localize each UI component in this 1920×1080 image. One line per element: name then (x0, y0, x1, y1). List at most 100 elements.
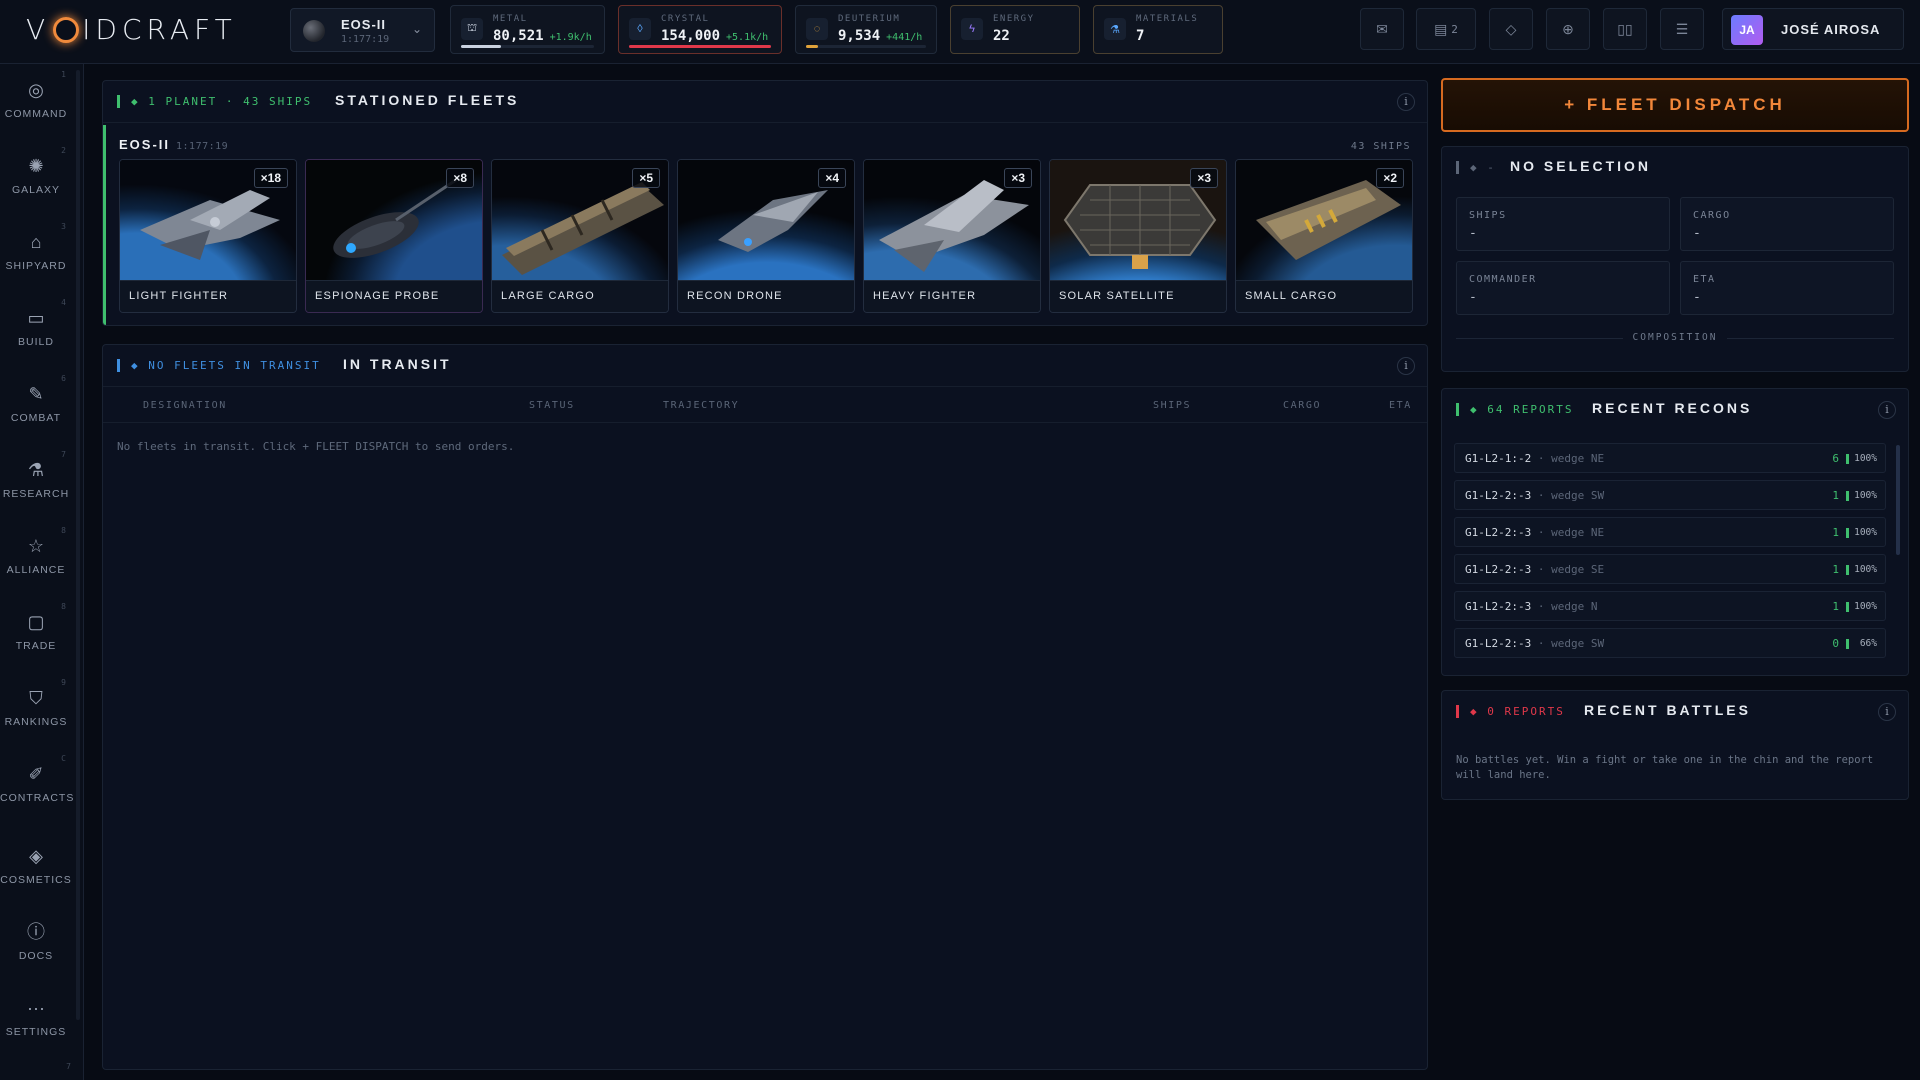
composition-label: COMPOSITION (1442, 332, 1908, 343)
info-icon[interactable]: i (1397, 93, 1415, 111)
ship-name: ESPIONAGE PROBE (306, 280, 482, 312)
sidebar-item-research[interactable]: 7 ⚗ RESEARCH (0, 448, 72, 518)
resource-bar (806, 45, 926, 48)
sidebar-item-contracts[interactable]: C ✐ CONTRACTS (0, 752, 73, 822)
nav-hotkey: 4 (61, 298, 66, 307)
energy-icon: ϟ (961, 18, 983, 40)
cosmetics-icon: ◈ (29, 846, 43, 866)
recon-row[interactable]: G1-L2-1:-2 · wedge NE 6 100% (1454, 443, 1886, 473)
recon-coords: G1-L2-2:-3 · wedge SW (1465, 489, 1605, 502)
recon-count: 1 (1832, 526, 1839, 539)
sidebar-item-command[interactable]: 1 ◎ COMMAND (0, 68, 72, 138)
codex-button[interactable]: ▯▯ (1603, 8, 1647, 50)
galaxy-icon: ✺ (28, 156, 44, 176)
recon-count: 1 (1832, 563, 1839, 576)
header-accent (1456, 403, 1459, 416)
recon-coords: G1-L2-2:-3 · wedge SW (1465, 637, 1605, 650)
panel-title: RECENT BATTLES (1584, 702, 1751, 718)
header-accent (117, 359, 120, 372)
resource-label: CRYSTAL (661, 14, 710, 24)
tasks-button[interactable]: ▤ 2 (1416, 8, 1476, 50)
column-ships[interactable]: SHIPS (1153, 400, 1191, 411)
ship-card-light-fighter[interactable]: ×18 LIGHT FIGHTER (119, 159, 297, 313)
planet-selector[interactable]: EOS-II 1:177:19 ⌄ (290, 8, 435, 52)
column-cargo[interactable]: CARGO (1283, 400, 1321, 411)
resource-label: METAL (493, 14, 528, 24)
sidebar-item-build[interactable]: 4 ▭ BUILD (0, 296, 72, 366)
gems-button[interactable]: ◇ (1489, 8, 1533, 50)
recon-row[interactable]: G1-L2-2:-3 · wedge SW 1 100% (1454, 480, 1886, 510)
resource-deuterium[interactable]: ◌ DEUTERIUM 9,534 +441/h (795, 5, 937, 54)
info-icon[interactable]: i (1878, 703, 1896, 721)
recon-row[interactable]: G1-L2-2:-3 · wedge NE 1 100% (1454, 517, 1886, 547)
cell-label: CARGO (1693, 210, 1731, 221)
target-button[interactable]: ⊕ (1546, 8, 1590, 50)
sidebar-item-alliance[interactable]: 8 ☆ ALLIANCE (0, 524, 72, 594)
panel-header: ◆ - NO SELECTION (1442, 147, 1908, 189)
location-coords: 1:177:19 (176, 141, 229, 152)
info-icon[interactable]: i (1397, 357, 1415, 375)
ship-count: ×3 (1004, 168, 1032, 188)
ship-card-espionage-probe[interactable]: ×8 ESPIONAGE PROBE (305, 159, 483, 313)
resource-metal[interactable]: ⛫ METAL 80,521 +1.9k/h (450, 5, 605, 54)
transit-table-header: DESIGNATION STATUS TRAJECTORY SHIPS CARG… (103, 387, 1427, 423)
resource-materials[interactable]: ⚗ MATERIALS 7 (1093, 5, 1223, 54)
info-icon[interactable]: i (1878, 401, 1896, 419)
location-name: EOS-II 1:177:19 (119, 137, 229, 152)
ship-card-recon-drone[interactable]: ×4 RECON DRONE (677, 159, 855, 313)
sidebar-scrollbar[interactable] (76, 70, 80, 1020)
recon-percent: 100% (1854, 490, 1877, 501)
sidebar-item-cosmetics[interactable]: ◈ COSMETICS (0, 834, 72, 904)
resource-crystal[interactable]: ◊ CRYSTAL 154,000 +5.1k/h (618, 5, 782, 54)
resource-bar (461, 45, 594, 48)
ship-name: LIGHT FIGHTER (120, 280, 296, 312)
recon-row[interactable]: G1-L2-2:-3 · wedge N 1 100% (1454, 591, 1886, 621)
location-ship-count: 43 SHIPS (1350, 141, 1411, 152)
nav-hotkey: 2 (61, 146, 66, 155)
nav-label: GALAXY (11, 184, 61, 196)
column-status[interactable]: STATUS (529, 400, 575, 411)
ship-card-heavy-fighter[interactable]: ×3 HEAVY FIGHTER (863, 159, 1041, 313)
resource-value: 154,000 +5.1k/h (661, 28, 769, 44)
ship-count: ×4 (818, 168, 846, 188)
fleet-dispatch-button[interactable]: + FLEET DISPATCH (1441, 78, 1909, 132)
user-menu[interactable]: JA JOSÉ AIROSA (1722, 8, 1904, 50)
sidebar-item-settings[interactable]: ··· SETTINGS (0, 986, 72, 1056)
nav-hotkey: 8 (61, 526, 66, 535)
planet-icon (303, 20, 325, 42)
recons-scrollbar[interactable] (1896, 445, 1900, 555)
selection-cargo-cell: CARGO - (1680, 197, 1894, 251)
recon-row[interactable]: G1-L2-2:-3 · wedge SW 0 66% (1454, 628, 1886, 658)
column-trajectory[interactable]: TRAJECTORY (663, 400, 739, 411)
ship-count: ×8 (446, 168, 474, 188)
clipboard-icon: ▤ (1434, 20, 1448, 37)
planet-name: EOS-II (341, 17, 387, 32)
sidebar-item-galaxy[interactable]: 2 ✺ GALAXY (0, 144, 72, 214)
recent-battles-panel: ◆ 0 REPORTS RECENT BATTLES i No battles … (1441, 690, 1909, 800)
sidebar-item-trade[interactable]: 8 ▢ TRADE (0, 600, 72, 670)
sidebar-item-combat[interactable]: 6 ✎ COMBAT (0, 372, 72, 442)
recon-count: 6 (1832, 452, 1839, 465)
column-designation[interactable]: DESIGNATION (143, 400, 227, 411)
sidebar-item-docs[interactable]: ⓘ DOCS (0, 910, 72, 980)
messages-button[interactable]: ✉ (1360, 8, 1404, 50)
build-icon: ▭ (27, 308, 45, 328)
trade-icon: ▢ (27, 612, 45, 632)
sidebar-item-rankings[interactable]: 9 ⛉ RANKINGS (0, 676, 72, 746)
ship-card-large-cargo[interactable]: ×5 LARGE CARGO (491, 159, 669, 313)
ship-card-small-cargo[interactable]: ×2 SMALL CARGO (1235, 159, 1413, 313)
log-button[interactable]: ☰ (1660, 8, 1704, 50)
panel-accent (103, 125, 106, 325)
column-eta[interactable]: ETA (1389, 400, 1412, 411)
ship-card-solar-satellite[interactable]: ×3 SOLAR SATELLITE (1049, 159, 1227, 313)
resource-energy[interactable]: ϟ ENERGY 22 (950, 5, 1080, 54)
voidcraft-logo[interactable]: V IDCRAFT (26, 10, 237, 50)
sidebar-item-shipyard[interactable]: 3 ⌂ SHIPYARD (0, 220, 72, 290)
recon-indicator (1846, 565, 1849, 575)
selection-panel: ◆ - NO SELECTION SHIPS - CARGO - COMMAND… (1441, 146, 1909, 372)
nav-label: TRADE (15, 640, 57, 652)
book-icon: ▯▯ (1617, 20, 1633, 37)
recon-row[interactable]: G1-L2-2:-3 · wedge SE 1 100% (1454, 554, 1886, 584)
header-accent (117, 95, 120, 108)
recon-coords: G1-L2-2:-3 · wedge SE (1465, 563, 1605, 576)
